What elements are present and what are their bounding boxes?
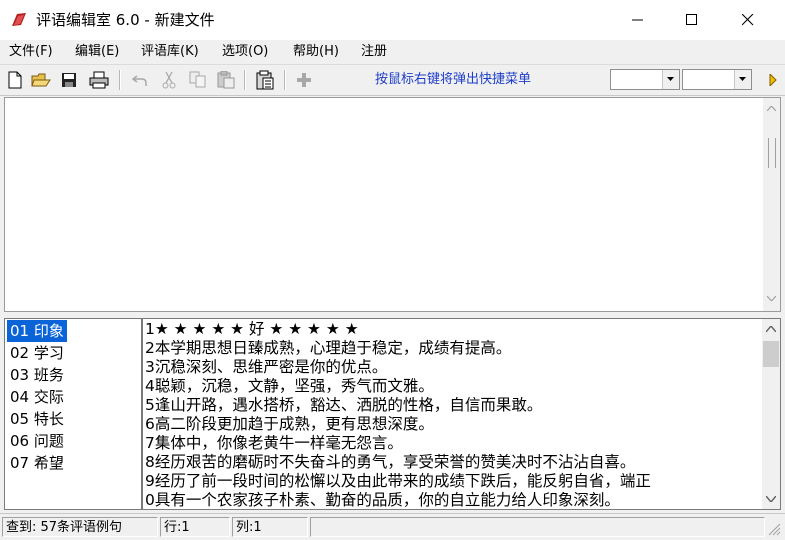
menu-help[interactable]: 帮助(H) — [293, 43, 339, 61]
editor-scrollbar[interactable] — [763, 98, 780, 311]
print-icon — [89, 71, 109, 89]
app-logo-icon — [12, 13, 26, 26]
comments-scroll-thumb[interactable] — [763, 341, 779, 367]
copy-icon — [189, 71, 206, 88]
open-folder-icon — [31, 73, 51, 87]
category-item-impression[interactable]: 01 印象 — [7, 320, 67, 342]
menu-bar: 文件(F) 编辑(E) 评语库(K) 选项(O) 帮助(H) 注册 — [0, 40, 785, 65]
status-bar: 查到: 57条评语例句 行:1 列:1 — [0, 513, 785, 540]
category-item-social[interactable]: 04 交际 — [7, 386, 67, 408]
list-item[interactable]: 5逢山开路，遇水搭桥，豁达、洒脱的性格，自信而果敢。 — [145, 396, 542, 415]
editor-scroll-thumb[interactable] — [768, 138, 776, 168]
toolbar-hint: 按鼠标右键将弹出快捷菜单 — [375, 72, 532, 87]
maximize-icon — [686, 14, 697, 25]
scroll-up-icon[interactable] — [766, 326, 776, 332]
toolbar-combo-1[interactable] — [610, 69, 680, 90]
paste-icon — [217, 71, 235, 89]
chevron-right-icon — [769, 74, 777, 86]
list-item[interactable]: 0具有一个农家孩子朴素、勤奋的品质，你的自立能力给人印象深刻。 — [145, 491, 620, 509]
paste-button[interactable] — [215, 69, 237, 91]
toolbar-separator — [284, 70, 286, 90]
category-item-problems[interactable]: 06 问题 — [7, 430, 67, 452]
scroll-up-icon[interactable] — [767, 106, 776, 111]
status-col: 列:1 — [232, 517, 308, 537]
comment-example-list[interactable]: 1★ ★ ★ ★ ★ 好 ★ ★ ★ ★ ★ 2本学期思想日臻成熟，心理趋于稳定… — [142, 318, 781, 510]
minimize-button[interactable] — [612, 0, 664, 40]
toolbar-separator — [244, 70, 246, 90]
toolbar-overflow-button[interactable] — [764, 69, 782, 91]
category-item-hopes[interactable]: 07 希望 — [7, 452, 67, 474]
category-item-class-affairs[interactable]: 03 班务 — [7, 364, 67, 386]
status-row: 行:1 — [160, 517, 230, 537]
toolbar: 按鼠标右键将弹出快捷菜单 — [0, 65, 785, 96]
menu-library[interactable]: 评语库(K) — [141, 43, 199, 61]
add-plus-icon — [297, 73, 311, 87]
cut-icon — [162, 71, 176, 89]
combo-2-dropdown-button[interactable] — [734, 70, 751, 89]
menu-options[interactable]: 选项(O) — [222, 43, 268, 61]
comments-scrollbar[interactable] — [762, 319, 780, 509]
list-item[interactable]: 7集体中，你像老黄牛一样毫无怨言。 — [145, 434, 403, 453]
category-item-talent[interactable]: 05 特长 — [7, 408, 67, 430]
combo-1-dropdown-button[interactable] — [662, 70, 679, 89]
save-button[interactable] — [58, 69, 80, 91]
menu-edit[interactable]: 编辑(E) — [75, 43, 119, 61]
title-bar[interactable]: 评语编辑室 6.0 - 新建文件 — [0, 0, 785, 40]
undo-button[interactable] — [129, 69, 151, 91]
clipboard-notes-button[interactable] — [254, 69, 276, 91]
clipboard-notes-icon — [256, 70, 274, 90]
menu-register[interactable]: 注册 — [361, 43, 387, 61]
chevron-down-icon — [739, 77, 746, 81]
minimize-icon — [632, 19, 643, 21]
comment-editor[interactable] — [4, 97, 781, 312]
list-item[interactable]: 4聪颖，沉稳，文静，坚强，秀气而文雅。 — [145, 377, 434, 396]
list-item[interactable]: 2本学期思想日臻成熟，心理趋于稳定，成绩有提高。 — [145, 339, 511, 358]
list-item[interactable]: 3沉稳深刻、思维严密是你的优点。 — [145, 358, 387, 377]
list-item[interactable]: 1★ ★ ★ ★ ★ 好 ★ ★ ★ ★ ★ — [145, 320, 359, 339]
print-button[interactable] — [88, 69, 110, 91]
cut-button[interactable] — [158, 69, 180, 91]
scroll-down-icon[interactable] — [767, 296, 776, 301]
save-icon — [62, 73, 76, 87]
list-item[interactable]: 8经历艰苦的磨砺时不失奋斗的勇气，享受荣誉的赞美决时不沾沾自喜。 — [145, 453, 635, 472]
menu-file[interactable]: 文件(F) — [9, 43, 53, 61]
list-item[interactable]: 9经历了前一段时间的松懈以及由此带来的成绩下跌后，能反躬自省，端正 — [145, 472, 651, 491]
scroll-down-icon[interactable] — [766, 496, 776, 502]
add-button[interactable] — [293, 69, 315, 91]
copy-button[interactable] — [187, 69, 209, 91]
new-file-icon — [8, 71, 22, 89]
new-file-button[interactable] — [4, 69, 26, 91]
close-button[interactable] — [722, 0, 774, 40]
toolbar-combo-2[interactable] — [682, 69, 752, 90]
resize-grip-icon[interactable] — [768, 523, 781, 536]
undo-icon — [132, 75, 147, 86]
status-extra-panel — [310, 517, 765, 537]
chevron-down-icon — [667, 77, 674, 81]
category-list[interactable]: 01 印象 02 学习 03 班务 04 交际 05 特长 06 问题 07 希… — [4, 318, 142, 510]
open-button[interactable] — [30, 69, 52, 91]
comment-rows: 1★ ★ ★ ★ ★ 好 ★ ★ ★ ★ ★ 2本学期思想日臻成熟，心理趋于稳定… — [143, 319, 761, 509]
category-item-study[interactable]: 02 学习 — [7, 342, 67, 364]
maximize-button[interactable] — [666, 0, 718, 40]
status-found-count: 查到: 57条评语例句 — [2, 517, 158, 537]
close-icon — [742, 14, 754, 26]
list-item[interactable]: 6高二阶段更加趋于成熟，更有思想深度。 — [145, 415, 434, 434]
toolbar-separator — [119, 70, 121, 90]
window-title: 评语编辑室 6.0 - 新建文件 — [36, 11, 215, 29]
